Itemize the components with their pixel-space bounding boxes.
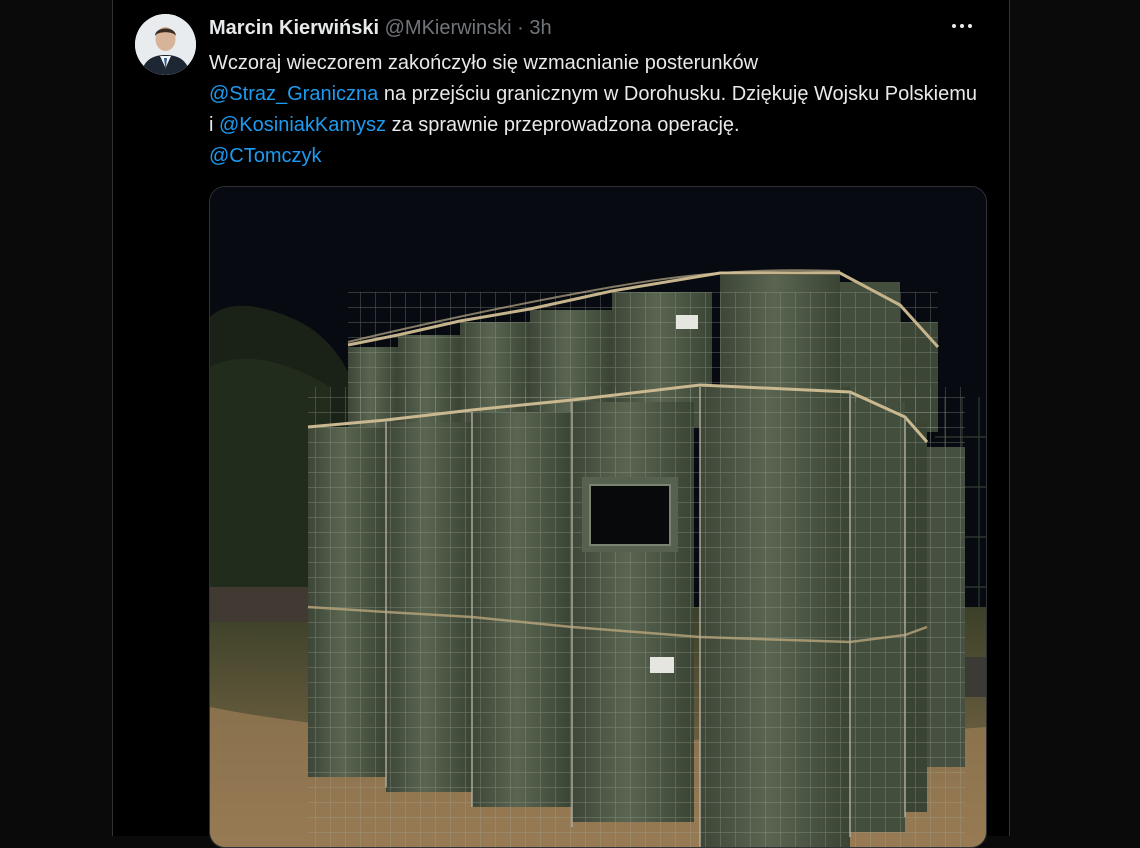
tweet-header: Marcin Kierwiński @MKierwinski · 3h xyxy=(209,16,552,40)
separator-dot: · xyxy=(517,17,524,39)
avatar[interactable] xyxy=(135,14,196,75)
tweet-photo[interactable] xyxy=(209,186,987,848)
tweet-text-part: za sprawnie przeprowadzona operację. xyxy=(386,114,740,136)
mention-link[interactable]: @Straz_Graniczna xyxy=(209,83,378,105)
timestamp[interactable]: 3h xyxy=(529,17,551,39)
tweet-text: Wczoraj wieczorem zakończyło się wzmacni… xyxy=(209,48,979,172)
mention-link[interactable]: @KosiniakKamysz xyxy=(219,114,386,136)
author-name[interactable]: Marcin Kierwiński xyxy=(209,17,379,39)
more-options-button[interactable] xyxy=(948,14,976,38)
mention-link[interactable]: @CTomczyk xyxy=(209,145,322,167)
barrier-post-photo xyxy=(210,187,986,847)
tweet-text-part: Wczoraj wieczorem zakończyło się wzmacni… xyxy=(209,52,759,74)
author-handle[interactable]: @MKierwinski xyxy=(385,17,512,39)
author-photo xyxy=(135,14,196,75)
